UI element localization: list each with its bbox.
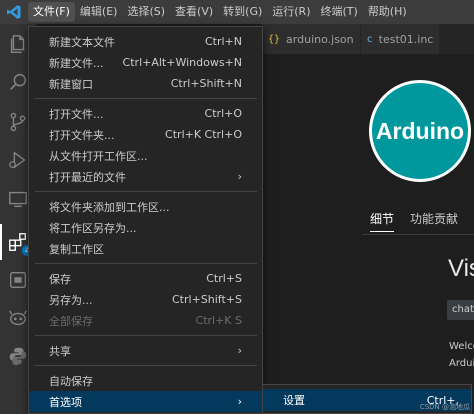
c-file-icon: c <box>366 33 373 45</box>
menu-item-shortcut: Ctrl+Alt+Windows+N <box>122 56 242 69</box>
json-file-icon: {} <box>268 33 281 45</box>
file-menu-item[interactable]: 新建窗口 Ctrl+Shift+N <box>29 73 262 94</box>
readme-title: Vis <box>448 255 474 282</box>
menu-item-label: 将工作区另存为... <box>49 221 137 235</box>
menu-item-shortcut: Ctrl+O <box>204 107 242 120</box>
file-menu-item[interactable]: 打开文件... Ctrl+O <box>29 103 262 124</box>
tab-test01-inc[interactable]: c test01.inc <box>360 24 441 54</box>
menu-separator <box>35 263 257 264</box>
menu-item-label: 打开文件... <box>49 107 104 121</box>
file-menu-item[interactable]: 复制工作区 <box>29 238 262 259</box>
tab-label: arduino.json <box>286 32 354 46</box>
menubar-item[interactable]: 终端(T) <box>316 2 363 22</box>
file-menu-item[interactable]: 从文件打开工作区... <box>29 145 262 166</box>
file-menu-item[interactable]: 打开最近的文件 › <box>29 166 262 187</box>
file-menu-dropdown: 新建文本文件 Ctrl+N 新建文件... Ctrl+Alt+Windows+N 新建窗… <box>28 26 263 414</box>
menu-item-shortcut: Ctrl+Shift+S <box>172 293 242 306</box>
watermark: CSDN @泡地瓜 <box>419 403 470 411</box>
menu-item-label: 新建文件... <box>49 56 104 70</box>
tab-label: test01.inc <box>378 32 434 46</box>
menu-item-label: 全部保存 <box>49 314 93 328</box>
menu-item-shortcut: Ctrl+N <box>204 35 242 48</box>
file-menu-item[interactable]: 打开文件夹... Ctrl+K Ctrl+O <box>29 124 262 145</box>
menu-item-label: 打开最近的文件 <box>49 170 126 184</box>
menu-separator <box>35 191 257 192</box>
menu-separator <box>35 365 257 366</box>
chevron-right-icon: › <box>237 395 242 408</box>
copilot-icon[interactable] <box>6 306 30 330</box>
extension-detail-tabs: 细节 功能贡献 <box>370 210 458 232</box>
file-menu-item[interactable]: 新建文件... Ctrl+Alt+Windows+N <box>29 52 262 73</box>
menu-item-label: 共享 <box>49 344 71 358</box>
divider <box>362 234 474 235</box>
active-view-marker <box>0 224 2 260</box>
menubar-item[interactable]: 文件(F) <box>28 2 75 22</box>
menu-item-shortcut: Ctrl+K S <box>195 314 242 327</box>
menu-item-label: 设置 <box>283 394 305 407</box>
chevron-right-icon: › <box>237 170 242 183</box>
menu-item-label: 打开文件夹... <box>49 128 115 142</box>
search-icon[interactable] <box>6 70 30 94</box>
menu-item-label: 自动保存 <box>49 374 93 388</box>
menubar-item[interactable]: 查看(V) <box>170 2 218 22</box>
menu-item-label: 将文件夹添加到工作区... <box>49 200 170 214</box>
file-menu-item: 全部保存 Ctrl+K S <box>29 310 262 331</box>
menu-item-label: 首选项 <box>49 395 82 409</box>
remote-explorer-icon[interactable] <box>6 187 30 211</box>
source-control-icon[interactable] <box>6 110 30 134</box>
menu-item-label: 另存为... <box>49 293 93 307</box>
menu-item-label: 新建窗口 <box>49 77 93 91</box>
menu-item-shortcut: Ctrl+S <box>206 272 242 285</box>
run-debug-icon[interactable] <box>6 148 30 172</box>
file-menu-item[interactable]: 首选项 › <box>29 391 262 412</box>
file-menu-item[interactable]: 共享 › <box>29 340 262 361</box>
file-menu-item[interactable]: 将工作区另存为... <box>29 217 262 238</box>
chevron-right-icon: › <box>237 344 242 357</box>
menu-item-label: 新建文本文件 <box>49 35 115 49</box>
file-menu-item[interactable]: 自动保存 <box>29 370 262 391</box>
tab-feature-contributions[interactable]: 功能贡献 <box>410 210 458 232</box>
menu-item-shortcut: Ctrl+Shift+N <box>170 77 242 90</box>
readme-text-line: Ardui <box>449 358 474 369</box>
extensions-icon[interactable]: 4 <box>6 230 33 256</box>
menu-item-shortcut: Ctrl+K Ctrl+O <box>165 128 242 141</box>
menubar-item[interactable]: 运行(R) <box>267 2 315 22</box>
file-menu-item[interactable]: 将文件夹添加到工作区... <box>29 196 262 217</box>
menu-bar: 文件(F) 编辑(E) 选择(S) 查看(V) 转到(G) 运行(R) 终端(T) 帮助(H) <box>0 0 474 24</box>
readme-text-line: Welco <box>449 341 474 352</box>
tab-arduino-json[interactable]: {} arduino.json <box>262 24 361 54</box>
arduino-board-icon[interactable] <box>6 268 30 292</box>
explorer-icon[interactable] <box>6 32 30 56</box>
menu-item-label: 从文件打开工作区... <box>49 149 148 163</box>
editor-tab-bar: {} arduino.json c test01.inc <box>262 24 474 54</box>
menubar-item[interactable]: 帮助(H) <box>363 2 412 22</box>
menubar-item[interactable]: 选择(S) <box>122 2 170 22</box>
menubar-item[interactable]: 编辑(E) <box>75 2 123 22</box>
file-menu-item[interactable]: 另存为... Ctrl+Shift+S <box>29 289 262 310</box>
extension-detail-view: Arduino 细节 功能贡献 Vis chat Welco Ardui <box>262 54 474 414</box>
arduino-extension-logo: Arduino <box>369 80 471 182</box>
file-menu-item[interactable]: 保存 Ctrl+S <box>29 268 262 289</box>
menu-separator <box>35 98 257 99</box>
tab-details[interactable]: 细节 <box>370 210 395 232</box>
menu-item-label: 保存 <box>49 272 71 286</box>
vscode-logo-icon <box>0 0 28 24</box>
menu-separator <box>35 335 257 336</box>
arduino-logo-text: Arduino <box>375 117 465 144</box>
file-menu-item[interactable]: 新建文本文件 Ctrl+N <box>29 31 262 52</box>
python-icon[interactable] <box>6 344 30 368</box>
readme-badge[interactable]: chat <box>447 300 474 320</box>
menu-item-label: 复制工作区 <box>49 242 104 256</box>
menubar-item[interactable]: 转到(G) <box>218 2 267 22</box>
